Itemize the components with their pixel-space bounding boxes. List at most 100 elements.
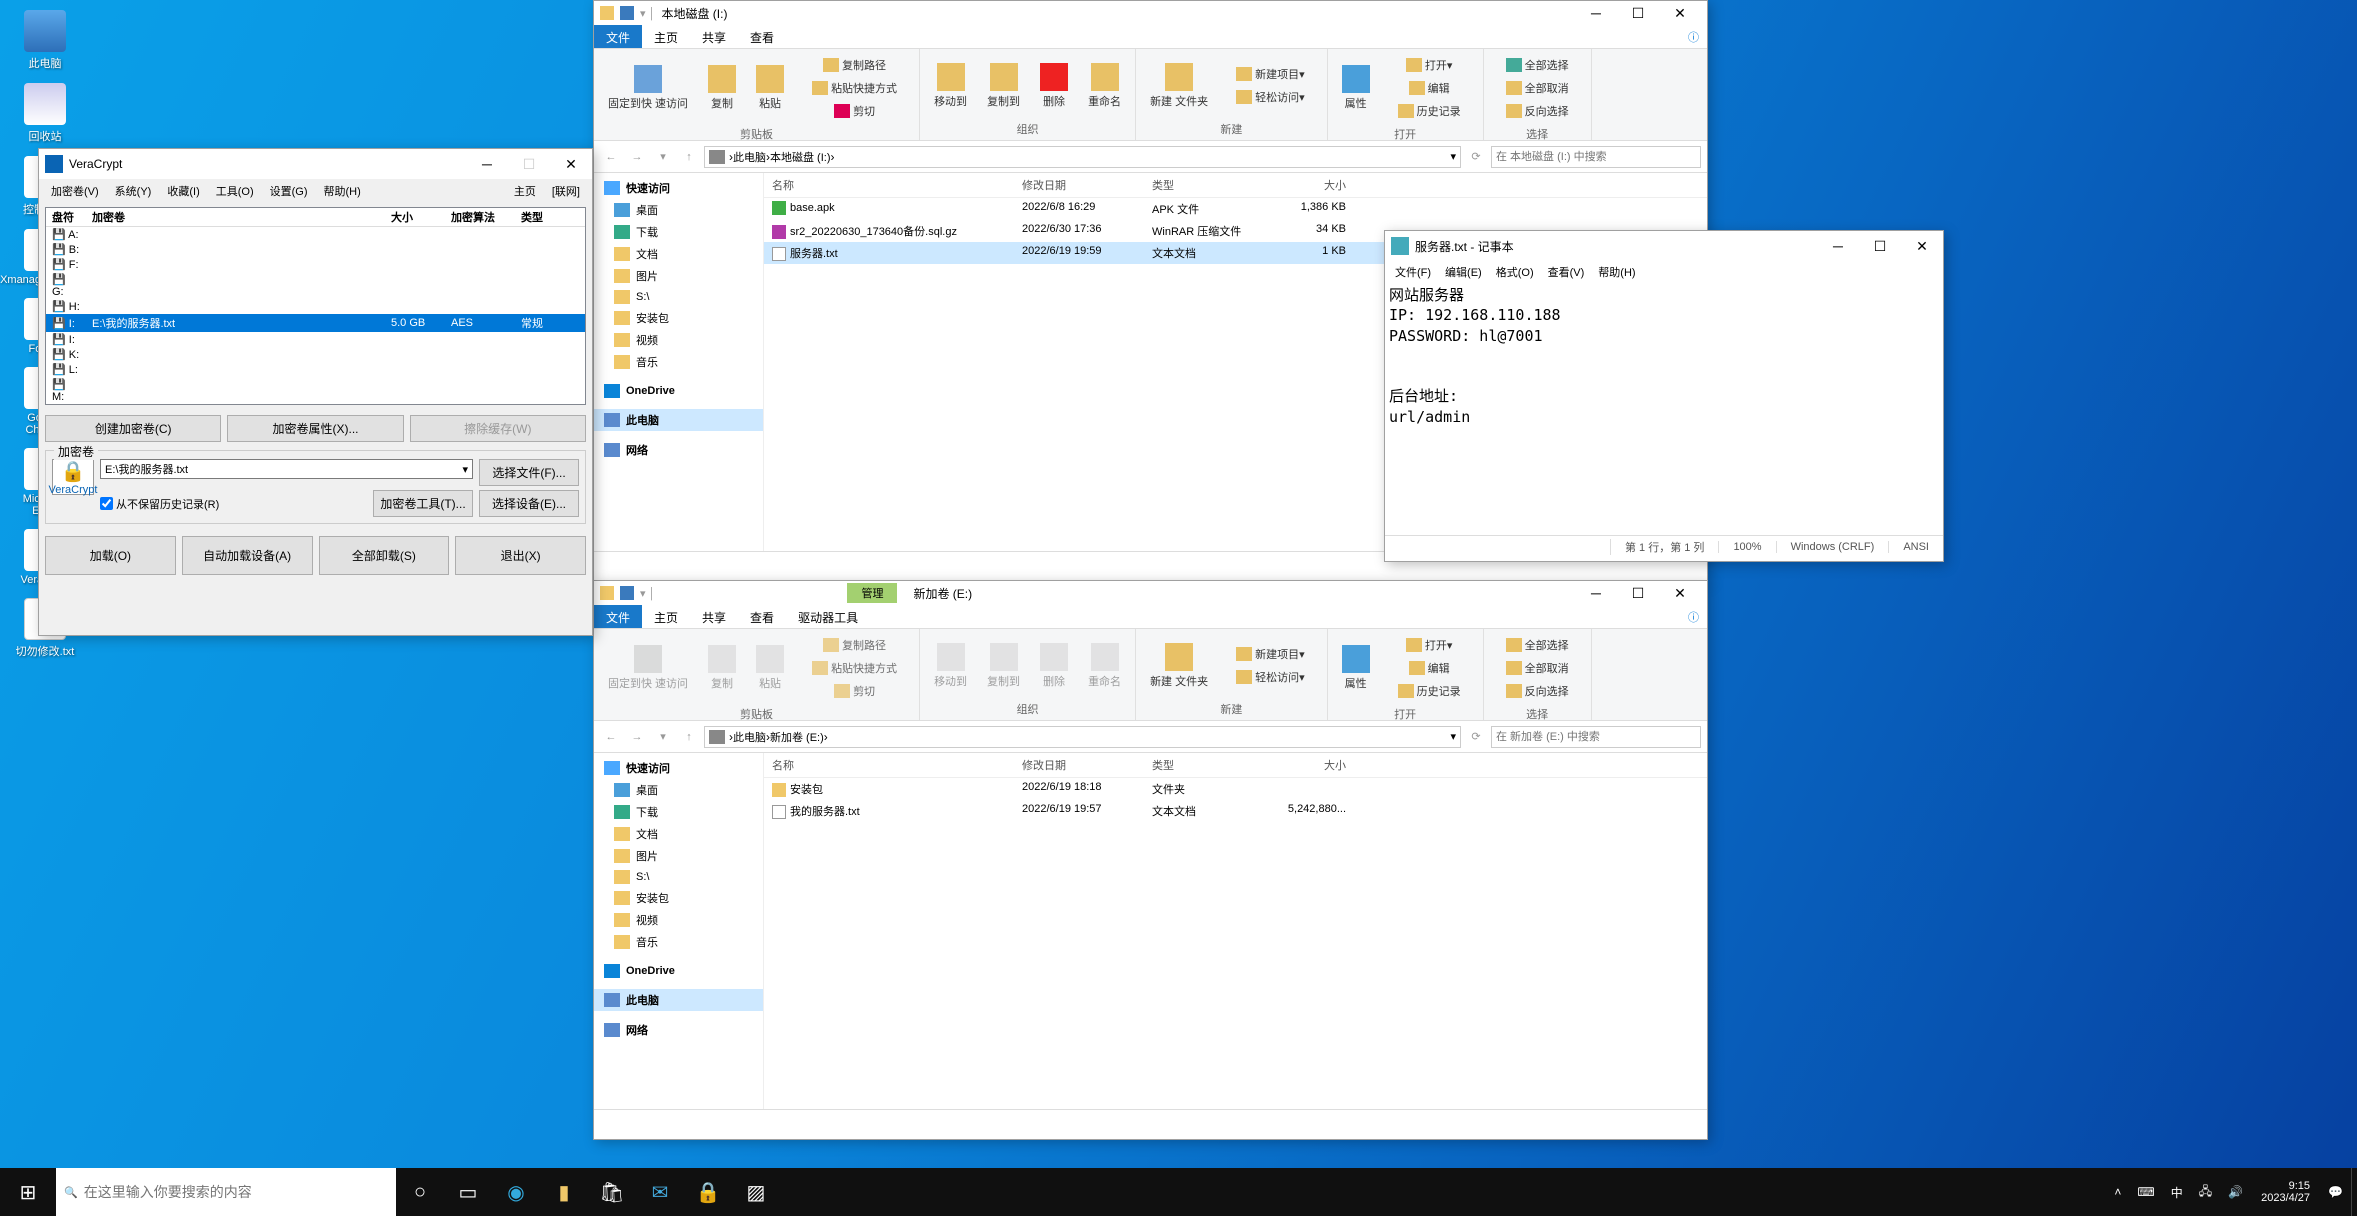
save-icon[interactable] [620, 6, 634, 20]
up-button[interactable]: ↑ [678, 726, 700, 748]
minimize-button[interactable]: ─ [1575, 579, 1617, 607]
menu-homenet[interactable]: [联网] [546, 181, 586, 201]
edit-button[interactable]: 编辑 [1390, 77, 1469, 99]
menu-file[interactable]: 文件(F) [1389, 262, 1437, 282]
drive-row[interactable]: 💾 G: [46, 272, 585, 299]
menu-format[interactable]: 格式(O) [1490, 262, 1540, 282]
menu-favorites[interactable]: 收藏(I) [161, 181, 205, 201]
app-task-icon[interactable]: ▨ [732, 1168, 780, 1216]
wipe-cache-button[interactable]: 擦除缓存(W) [410, 415, 586, 442]
desktop-icon-thispc[interactable]: 此电脑 [10, 10, 80, 71]
tab-home[interactable]: 主页 [642, 605, 690, 628]
moveto-button[interactable]: 移动到 [926, 51, 975, 120]
cut-button[interactable]: 剪切 [804, 100, 905, 122]
paste-button[interactable]: 粘贴 [748, 631, 792, 705]
history-button[interactable]: 历史记录 [1390, 100, 1469, 122]
close-button[interactable]: ✕ [1901, 232, 1943, 260]
minimize-button[interactable]: ─ [1817, 232, 1859, 260]
tab-file[interactable]: 文件 [594, 25, 642, 48]
maximize-button[interactable]: ☐ [1859, 232, 1901, 260]
manage-tab[interactable]: 管理 [847, 583, 897, 603]
delete-button[interactable]: 删除 [1032, 51, 1076, 120]
menu-system[interactable]: 系统(Y) [109, 181, 158, 201]
nav-pkgs[interactable]: 安装包 [594, 307, 763, 329]
menu-home[interactable]: 主页 [508, 181, 542, 201]
save-icon[interactable] [620, 586, 634, 600]
network-icon[interactable]: 🖧 [2191, 1182, 2220, 1203]
breadcrumb[interactable]: › 此电脑 › 本地磁盘 (I:) › ▾ [704, 146, 1461, 168]
copy-button[interactable]: 复制 [700, 631, 744, 705]
tab-home[interactable]: 主页 [642, 25, 690, 48]
ime-lang[interactable]: 中 [2163, 1184, 2191, 1201]
copyto-button[interactable]: 复制到 [979, 51, 1028, 120]
maximize-button[interactable]: ☐ [1617, 579, 1659, 607]
explorer-icon[interactable]: ▮ [540, 1168, 588, 1216]
drive-row[interactable]: 💾 B: [46, 242, 585, 257]
tab-share[interactable]: 共享 [690, 25, 738, 48]
veracrypt-task-icon[interactable]: 🔒 [684, 1168, 732, 1216]
close-button[interactable]: ✕ [1659, 579, 1701, 607]
store-icon[interactable]: 🛍 [588, 1168, 636, 1216]
forward-button[interactable]: → [626, 726, 648, 748]
drive-row[interactable]: 💾 F: [46, 257, 585, 272]
pin-button[interactable]: 固定到快 速访问 [600, 51, 696, 125]
maximize-button[interactable]: ☐ [1617, 0, 1659, 27]
nav-downloads[interactable]: 下载 [594, 221, 763, 243]
collapse-ribbon[interactable]: ⓘ [1680, 605, 1707, 628]
nav-music[interactable]: 音乐 [594, 351, 763, 373]
no-history-check[interactable]: 从不保留历史记录(R) [100, 496, 219, 512]
close-button[interactable]: ✕ [1659, 0, 1701, 27]
paste-button[interactable]: 粘贴 [748, 51, 792, 125]
create-volume-button[interactable]: 创建加密卷(C) [45, 415, 221, 442]
drive-row[interactable]: 💾 L: [46, 362, 585, 377]
back-button[interactable]: ← [600, 146, 622, 168]
show-desktop[interactable] [2351, 1168, 2357, 1216]
recent-button[interactable]: ▾ [652, 146, 674, 168]
volume-path-input[interactable]: E:\我的服务器.txt▾ [100, 459, 473, 479]
refresh-button[interactable]: ⟳ [1465, 146, 1487, 168]
mail-icon[interactable]: ✉ [636, 1168, 684, 1216]
nav-quick[interactable]: 快速访问 [594, 757, 763, 779]
select-file-button[interactable]: 选择文件(F)... [479, 459, 579, 486]
file-row[interactable]: 安装包 2022/6/19 18:18 文件夹 [764, 778, 1707, 800]
start-button[interactable]: ⊞ [0, 1168, 56, 1216]
search-box[interactable] [1491, 146, 1701, 168]
easyaccess-button[interactable]: 轻松访问 ▾ [1228, 86, 1313, 108]
newfolder-button[interactable]: 新建 文件夹 [1142, 51, 1216, 120]
column-headers[interactable]: 名称 修改日期 类型 大小 [764, 173, 1707, 198]
action-center-icon[interactable]: 💬 [2320, 1185, 2351, 1199]
tab-share[interactable]: 共享 [690, 605, 738, 628]
search-box[interactable] [1491, 726, 1701, 748]
nav-videos[interactable]: 视频 [594, 329, 763, 351]
drive-row-mounted[interactable]: 💾 I: E:\我的服务器.txt 5.0 GB AES 常规 [46, 314, 585, 332]
menu-view[interactable]: 查看(V) [1542, 262, 1591, 282]
dismountall-button[interactable]: 全部卸载(S) [319, 536, 450, 575]
clock[interactable]: 9:15 2023/4/27 [2251, 1180, 2320, 1204]
nav-onedrive[interactable]: OneDrive [594, 381, 763, 401]
drive-list[interactable]: 盘符 加密卷 大小 加密算法 类型 💾 A: 💾 B: 💾 F: 💾 G: 💾 … [46, 208, 585, 404]
volume-tools-button[interactable]: 加密卷工具(T)... [373, 490, 473, 517]
volume-props-button[interactable]: 加密卷属性(X)... [227, 415, 403, 442]
tab-file[interactable]: 文件 [594, 605, 642, 628]
nav-thispc[interactable]: 此电脑 [594, 409, 763, 431]
menu-volumes[interactable]: 加密卷(V) [45, 181, 105, 201]
pasteshort-button[interactable]: 粘贴快捷方式 [804, 77, 905, 99]
task-view-icon[interactable]: ▭ [444, 1168, 492, 1216]
drive-row[interactable]: 💾 I: [46, 332, 585, 347]
nav-network[interactable]: 网络 [594, 439, 763, 461]
taskbar-search[interactable]: 🔍 [56, 1168, 396, 1216]
breadcrumb[interactable]: › 此电脑 › 新加卷 (E:) › ▾ [704, 726, 1461, 748]
forward-button[interactable]: → [626, 146, 648, 168]
selectall-button[interactable]: 全部选择 [1498, 54, 1577, 76]
desktop-icon-bin[interactable]: 回收站 [10, 83, 80, 144]
properties-button[interactable]: 属性 [1334, 51, 1378, 125]
nav-desktop[interactable]: 桌面 [594, 199, 763, 221]
copy-button[interactable]: 复制 [700, 51, 744, 125]
menu-settings[interactable]: 设置(G) [264, 181, 314, 201]
copypath-button[interactable]: 复制路径 [804, 54, 905, 76]
rename-button[interactable]: 重命名 [1080, 51, 1129, 120]
selectnone-button[interactable]: 全部取消 [1498, 77, 1577, 99]
drive-row[interactable]: 💾 K: [46, 347, 585, 362]
file-row[interactable]: base.apk 2022/6/8 16:29 APK 文件 1,386 KB [764, 198, 1707, 220]
cortana-icon[interactable]: ○ [396, 1168, 444, 1216]
